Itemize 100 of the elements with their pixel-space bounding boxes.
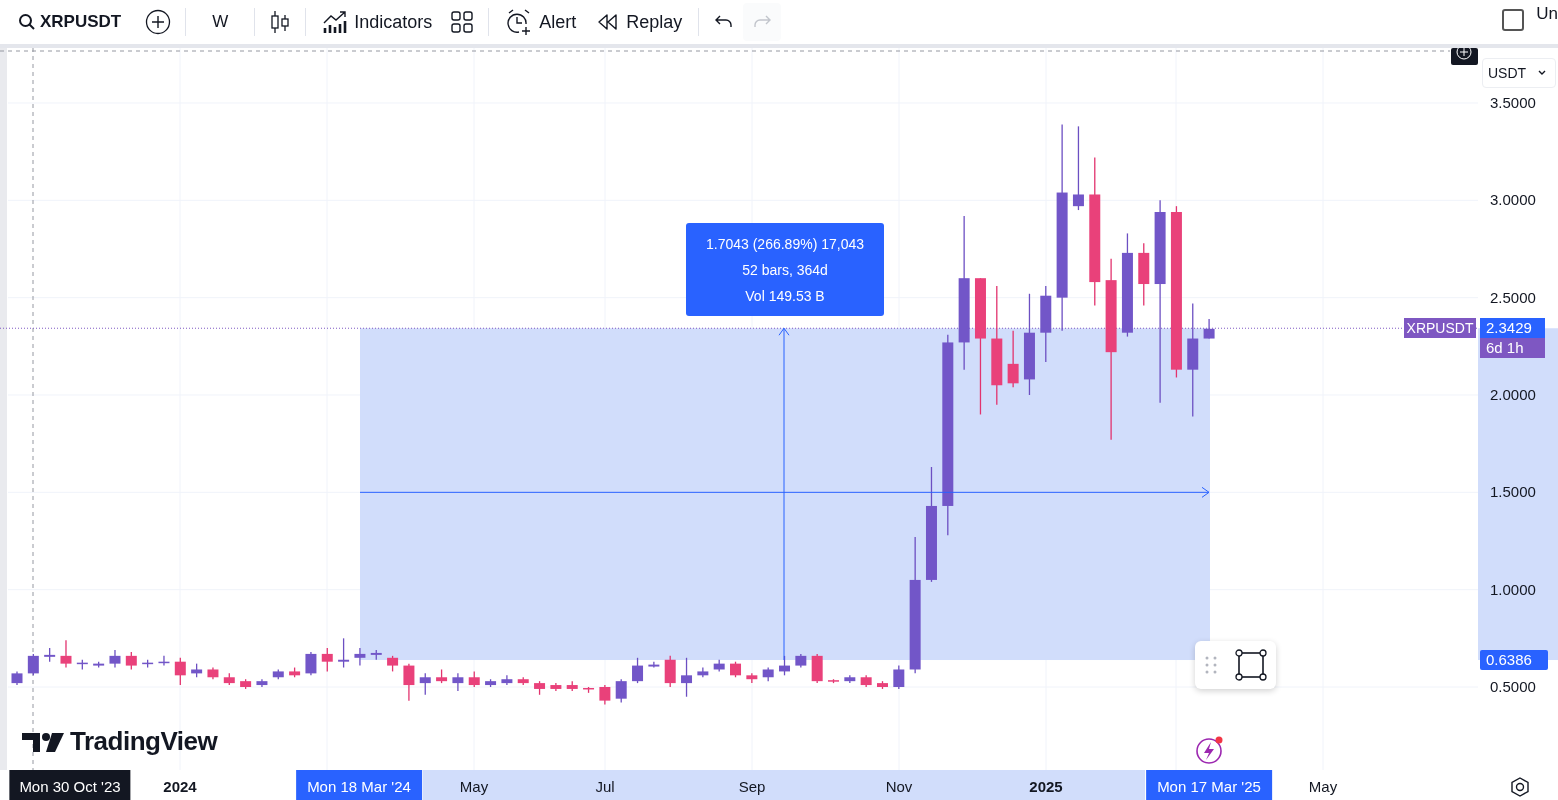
candlestick — [93, 661, 105, 669]
candlestick — [223, 672, 235, 686]
candlestick — [321, 647, 333, 673]
price-tick-label: 2.0000 — [1490, 386, 1536, 404]
candlestick — [762, 666, 774, 682]
candlestick — [566, 680, 578, 692]
candlestick — [517, 676, 529, 686]
candlestick — [599, 684, 611, 706]
replay-button[interactable]: Replay — [586, 3, 693, 41]
candlestick — [142, 659, 154, 669]
drag-handle-icon[interactable] — [1203, 655, 1218, 675]
candlestick — [436, 668, 448, 684]
candlestick — [730, 661, 741, 678]
candlestick — [468, 670, 480, 688]
time-axis-label: Jul — [595, 777, 615, 797]
tradingview-logo-icon — [22, 733, 64, 752]
candlestick — [795, 653, 807, 669]
candlestick — [697, 666, 709, 678]
measure-text: 52 bars, 364d — [742, 260, 828, 280]
candlestick — [844, 674, 856, 684]
candlestick — [1007, 330, 1019, 388]
candlestick — [354, 647, 366, 667]
time-axis-label: Sep — [738, 777, 766, 797]
candlestick — [256, 678, 268, 688]
candlestick — [632, 657, 644, 684]
candlestick — [550, 682, 562, 692]
candlestick — [191, 663, 203, 678]
candlestick — [534, 680, 546, 696]
candlestick — [27, 653, 39, 676]
candlestick — [109, 649, 121, 669]
candlestick — [501, 674, 513, 686]
price-tick-label: 1.5000 — [1490, 483, 1536, 502]
candlestick — [877, 680, 888, 690]
price-tick-label: 1.0000 — [1490, 580, 1536, 599]
candlestick — [158, 655, 170, 667]
candlestick — [289, 666, 301, 678]
price-tick-label: 3.0000 — [1490, 191, 1536, 210]
candlestick — [485, 678, 497, 688]
search-icon — [18, 13, 36, 31]
candlestick — [1138, 242, 1150, 307]
symbol-search-button[interactable]: XRPUSDT — [14, 3, 138, 41]
candlestick — [174, 657, 186, 686]
countdown-label: 6d 1h — [1480, 338, 1545, 359]
candlestick — [387, 655, 399, 673]
lightning-icon — [1196, 736, 1223, 764]
candlestick — [44, 647, 56, 663]
range-price-tag: 0.6386 — [1480, 650, 1548, 670]
currency-dropdown[interactable]: USDT — [1482, 58, 1556, 88]
candlestick — [583, 686, 595, 694]
candlestick — [1203, 318, 1215, 340]
measure-text: Vol 149.53 B — [745, 286, 825, 306]
checkbox-label: Un — [1536, 4, 1558, 24]
candlestick — [648, 661, 660, 669]
price-tick-label: 0.5000 — [1490, 678, 1536, 696]
candlestick — [125, 651, 137, 671]
indicators-button[interactable]: Indicators — [312, 3, 443, 41]
candlestick — [615, 678, 627, 704]
interval-button[interactable]: W — [192, 3, 249, 41]
plus-circle-icon — [145, 9, 172, 35]
candlestick — [664, 655, 676, 688]
time-axis-label: Nov — [885, 777, 913, 797]
candlestick — [240, 678, 252, 690]
candlestick — [272, 668, 284, 680]
alert-button[interactable]: Alert — [495, 3, 587, 41]
candlestick — [713, 659, 725, 673]
rectangle-tool-icon[interactable] — [1235, 649, 1268, 681]
candlestick — [403, 663, 415, 702]
time-axis-label: Mon 18 Mar '24 — [296, 770, 422, 800]
candlestick — [860, 674, 872, 688]
time-axis-label: Mon 17 Mar '25 — [1146, 770, 1272, 800]
candlestick — [811, 653, 823, 684]
time-axis-label: May — [1308, 777, 1338, 797]
last-price-label: 2.3429 — [1480, 318, 1545, 339]
time-axis-label: May — [459, 777, 489, 797]
candlestick — [452, 672, 464, 692]
time-axis-label: 2024 — [163, 777, 197, 797]
candlestick — [60, 639, 72, 669]
candlestick — [338, 637, 350, 669]
logo-text: TradingView — [70, 726, 218, 757]
candlestick — [370, 649, 382, 661]
checkbox[interactable] — [1502, 9, 1525, 31]
candlestick — [207, 666, 219, 680]
grid-icon — [450, 10, 475, 34]
caret-icon — [1538, 70, 1547, 76]
candlestick — [11, 670, 23, 686]
measure-text: 1.7043 (266.89%) 17,043 — [706, 234, 864, 254]
chart-growth-icon — [322, 9, 349, 35]
settings-icon[interactable] — [1509, 776, 1531, 798]
measure-range[interactable] — [360, 328, 1210, 660]
price-tick-label: 2.5000 — [1490, 288, 1536, 307]
candles-icon — [269, 9, 292, 35]
candlestick — [76, 659, 88, 671]
candlestick — [681, 657, 693, 698]
time-axis-label: Mon 30 Oct '23 — [9, 770, 131, 800]
symbol-price-tag: XRPUSDT — [1404, 318, 1476, 339]
add-button[interactable] — [1451, 48, 1478, 65]
candlestick — [746, 672, 758, 684]
candlestick — [305, 651, 317, 676]
time-axis-label: 2025 — [1029, 777, 1063, 797]
candlestick — [419, 672, 431, 696]
